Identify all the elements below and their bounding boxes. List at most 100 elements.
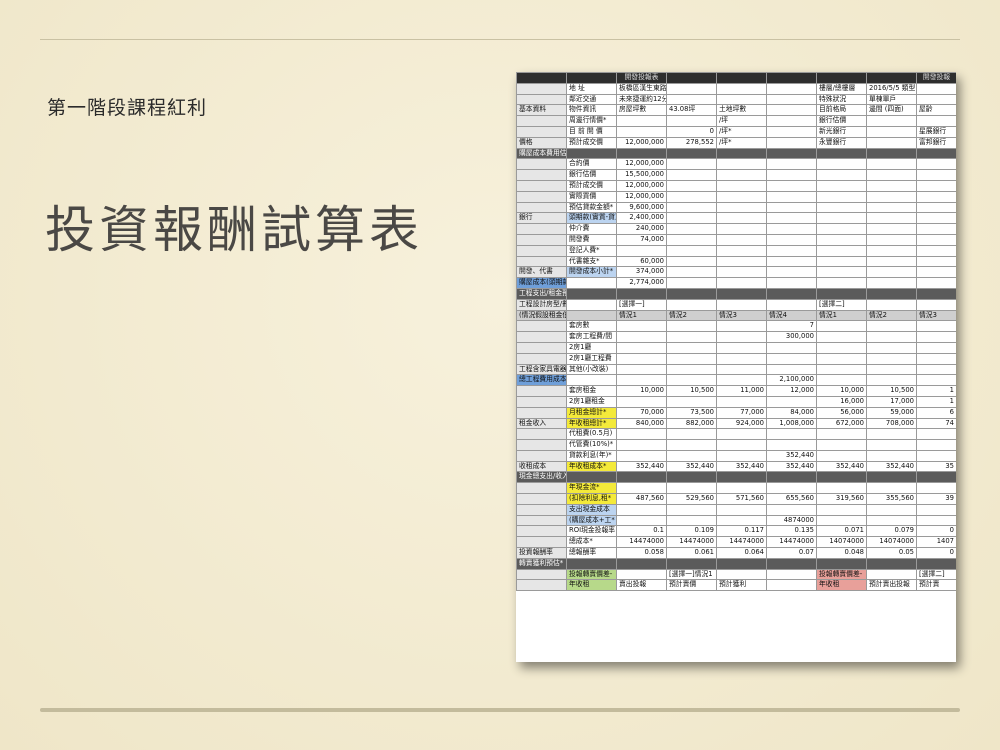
sheet-cell (916, 482, 956, 495)
sheet-cell (716, 449, 767, 462)
sheet-cell (816, 255, 867, 268)
sheet-cell: 0 (666, 125, 717, 138)
sheet-cell (916, 514, 956, 527)
sheet-cell (516, 331, 567, 343)
sheet-cell: 購屋成本(頭期款+開發)* (516, 277, 567, 289)
sheet-cell: 59,000 (866, 406, 917, 419)
sheet-cell (516, 449, 567, 462)
sheet-cell: 9,600,000 (616, 201, 667, 214)
sheet-cell (816, 449, 867, 462)
sheet-cell: 11,000 (716, 385, 767, 397)
sheet-cell (916, 266, 956, 279)
sheet-cell: 39 (916, 493, 956, 505)
sheet-cell (916, 471, 956, 484)
sheet-cell: 預計賣 (916, 579, 956, 592)
sheet-cell (666, 331, 717, 343)
sheet-cell (516, 514, 567, 527)
sheet-cell (716, 503, 767, 516)
sheet-cell (716, 363, 767, 376)
sheet-cell (666, 341, 717, 354)
slide-title: 投資報酬試算表 (45, 201, 423, 259)
sheet-cell (916, 439, 956, 451)
sheet-cell (916, 190, 956, 203)
sheet-cell: 2,400,000 (616, 212, 667, 225)
sheet-cell: 0.117 (716, 525, 767, 538)
sheet-cell: 0.048 (816, 547, 867, 559)
sheet-row: 地 址板橋區漢生東路299巷 樓層/總樓層2016/5/5 類型 (516, 82, 956, 95)
sheet-cell (666, 223, 717, 235)
sheet-row: 開發費 74,000 (516, 233, 956, 246)
sheet-row: 基本資料 物件資訊 房屋坪數 43.08坪 土地坪數 目前格局 邊間 (四面) 屋齡 (516, 104, 956, 117)
sheet-cell: 工程支出/租金預估 (516, 287, 567, 300)
sheet-cell (616, 395, 667, 408)
sheet-row: 貸款利息(年)* 352,440 (516, 449, 956, 462)
sheet-cell (516, 536, 567, 549)
sheet-cell (516, 493, 567, 505)
sheet-cell (766, 277, 817, 289)
sheet-row: 工程含家具電器 其他(小改裝) (516, 363, 956, 376)
sheet-top-cell: 開發投報 (916, 72, 956, 84)
sheet-cell: 35 (916, 460, 956, 473)
sheet-cell: 70,000 (616, 406, 667, 419)
sheet-row: 周邊行情價* /坪 銀行估價 (516, 115, 956, 127)
sheet-row: 轉賣獲利預估* (516, 557, 956, 570)
sheet-cell: [選擇二] (816, 298, 867, 311)
sheet-top-header-row: 開發投報表 開發投報 (516, 72, 956, 84)
sheet-cell (766, 352, 817, 365)
sheet-cell: 收租成本 (516, 460, 567, 473)
sheet-cell (716, 158, 767, 171)
sheet-cell: [選擇二] (916, 568, 956, 581)
sheet-cell (916, 277, 956, 289)
sheet-cell (716, 298, 767, 311)
sheet-cell (766, 471, 817, 484)
sheet-cell (516, 395, 567, 408)
sheet-cell (916, 201, 956, 214)
sheet-cell (566, 374, 617, 387)
sheet-cell (916, 158, 956, 171)
sheet-row: 鄰近交通未來捷運約12分鐘內 特殊狀況單棟單戶 (516, 93, 956, 106)
sheet-top-cell (766, 72, 817, 84)
sheet-row: 代書雜支* 60,000 (516, 255, 956, 268)
sheet-cell: 2016/5/5 類型 (866, 82, 917, 95)
sheet-cell (566, 287, 617, 300)
sheet-cell: 355,560 (866, 493, 917, 505)
sheet-cell: 年收租成本* (566, 460, 617, 473)
sheet-cell (516, 406, 567, 419)
sheet-cell (866, 255, 917, 268)
sheet-cell (866, 514, 917, 527)
sheet-cell: 賣出投報 (616, 579, 667, 592)
sheet-cell: 319,560 (816, 493, 867, 505)
sheet-cell (766, 287, 817, 300)
sheet-cell: 代書雜支* (566, 255, 617, 268)
sheet-cell: 永豐銀行 (816, 136, 867, 149)
sheet-cell (766, 223, 817, 235)
sheet-cell (816, 179, 867, 192)
sheet-cell: 預計賣出投報 (866, 579, 917, 592)
sheet-row: 2房1廳租金 16,000 17,000 1 (516, 395, 956, 408)
sheet-row: (情況假設租金低~高)情況1情況2情況3情況4情況1情況2情況3 (516, 309, 956, 322)
sheet-cell (866, 557, 917, 570)
sheet-cell (616, 449, 667, 462)
sheet-cell: 43.08坪 (666, 104, 717, 117)
sheet-cell: 開發費 (566, 233, 617, 246)
sheet-cell (866, 169, 917, 181)
sheet-cell: 882,000 (666, 417, 717, 430)
sheet-row: 代管費(10%)* (516, 439, 956, 451)
sheet-cell: 其他(小改裝) (566, 363, 617, 376)
sheet-cell (716, 557, 767, 570)
sheet-cell: 富邦銀行 (916, 136, 956, 149)
sheet-cell (866, 201, 917, 214)
sheet-cell: 年收租 (566, 579, 617, 592)
sheet-cell: 周邊行情價* (566, 115, 617, 127)
sheet-cell: 1,008,000 (766, 417, 817, 430)
sheet-top-cell (566, 72, 617, 84)
sheet-cell: 0.079 (866, 525, 917, 538)
sheet-cell (666, 277, 717, 289)
sheet-cell (816, 482, 867, 495)
sheet-cell: 60,000 (616, 255, 667, 268)
sheet-cell: 情況3 (716, 309, 767, 322)
sheet-cell (916, 82, 956, 95)
sheet-cell (816, 439, 867, 451)
sheet-cell (716, 179, 767, 192)
sheet-row: 套房數 7 (516, 320, 956, 333)
